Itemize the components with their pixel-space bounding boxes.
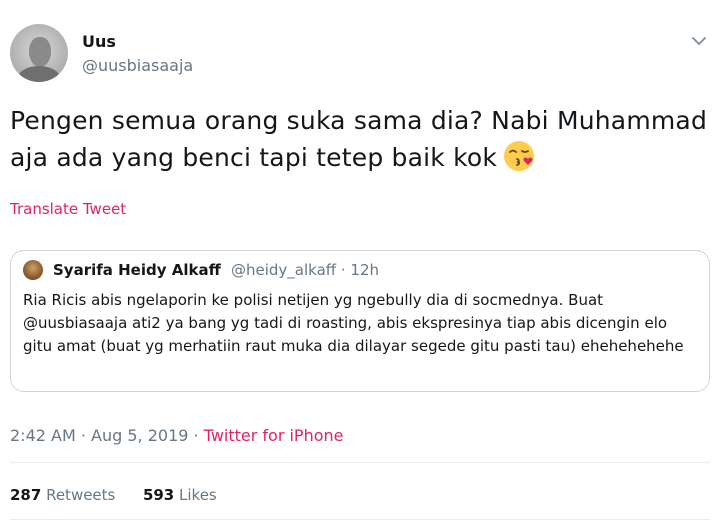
quoted-text: Ria Ricis abis ngelaporin ke polisi neti… xyxy=(23,291,684,355)
retweets-stat[interactable]: 287 Retweets xyxy=(10,486,115,504)
tweet-card: Uus @uusbiasaaja Pengen semua orang suka… xyxy=(0,0,720,524)
quoted-avatar[interactable] xyxy=(23,260,43,280)
source-link[interactable]: Twitter for iPhone xyxy=(204,426,344,445)
retweets-label: Retweets xyxy=(41,486,116,504)
likes-count: 593 xyxy=(142,486,175,504)
timestamp[interactable]: 2:42 AM · Aug 5, 2019 · xyxy=(10,426,204,445)
avatar[interactable] xyxy=(10,24,68,82)
avatar-face xyxy=(29,37,51,67)
kissing-face-emoji-icon xyxy=(504,141,535,171)
likes-label: Likes xyxy=(174,486,217,504)
chevron-down-icon[interactable] xyxy=(690,34,708,48)
tweet-body: Pengen semua orang suka sama dia? Nabi M… xyxy=(10,106,708,172)
translate-tweet-link[interactable]: Translate Tweet xyxy=(10,200,126,218)
engagement-stats: 287 Retweets 593 Likes xyxy=(10,486,217,504)
user-handle[interactable]: @uusbiasaaja xyxy=(82,56,193,75)
divider xyxy=(10,462,710,463)
avatar-shoulders xyxy=(18,66,60,82)
tweet-text: Pengen semua orang suka sama dia? Nabi M… xyxy=(10,102,710,176)
quoted-tweet[interactable]: Syarifa Heidy Alkaff @heidy_alkaff · 12h… xyxy=(10,250,710,392)
likes-stat[interactable]: 593 Likes xyxy=(143,486,217,504)
timestamp-line: 2:42 AM · Aug 5, 2019 · Twitter for iPho… xyxy=(10,426,344,445)
display-name[interactable]: Uus xyxy=(82,32,116,51)
quoted-display-name: Syarifa Heidy Alkaff xyxy=(53,261,221,279)
divider xyxy=(10,519,710,520)
quoted-handle-time: @heidy_alkaff · 12h xyxy=(231,261,380,279)
retweets-count: 287 xyxy=(10,486,42,504)
